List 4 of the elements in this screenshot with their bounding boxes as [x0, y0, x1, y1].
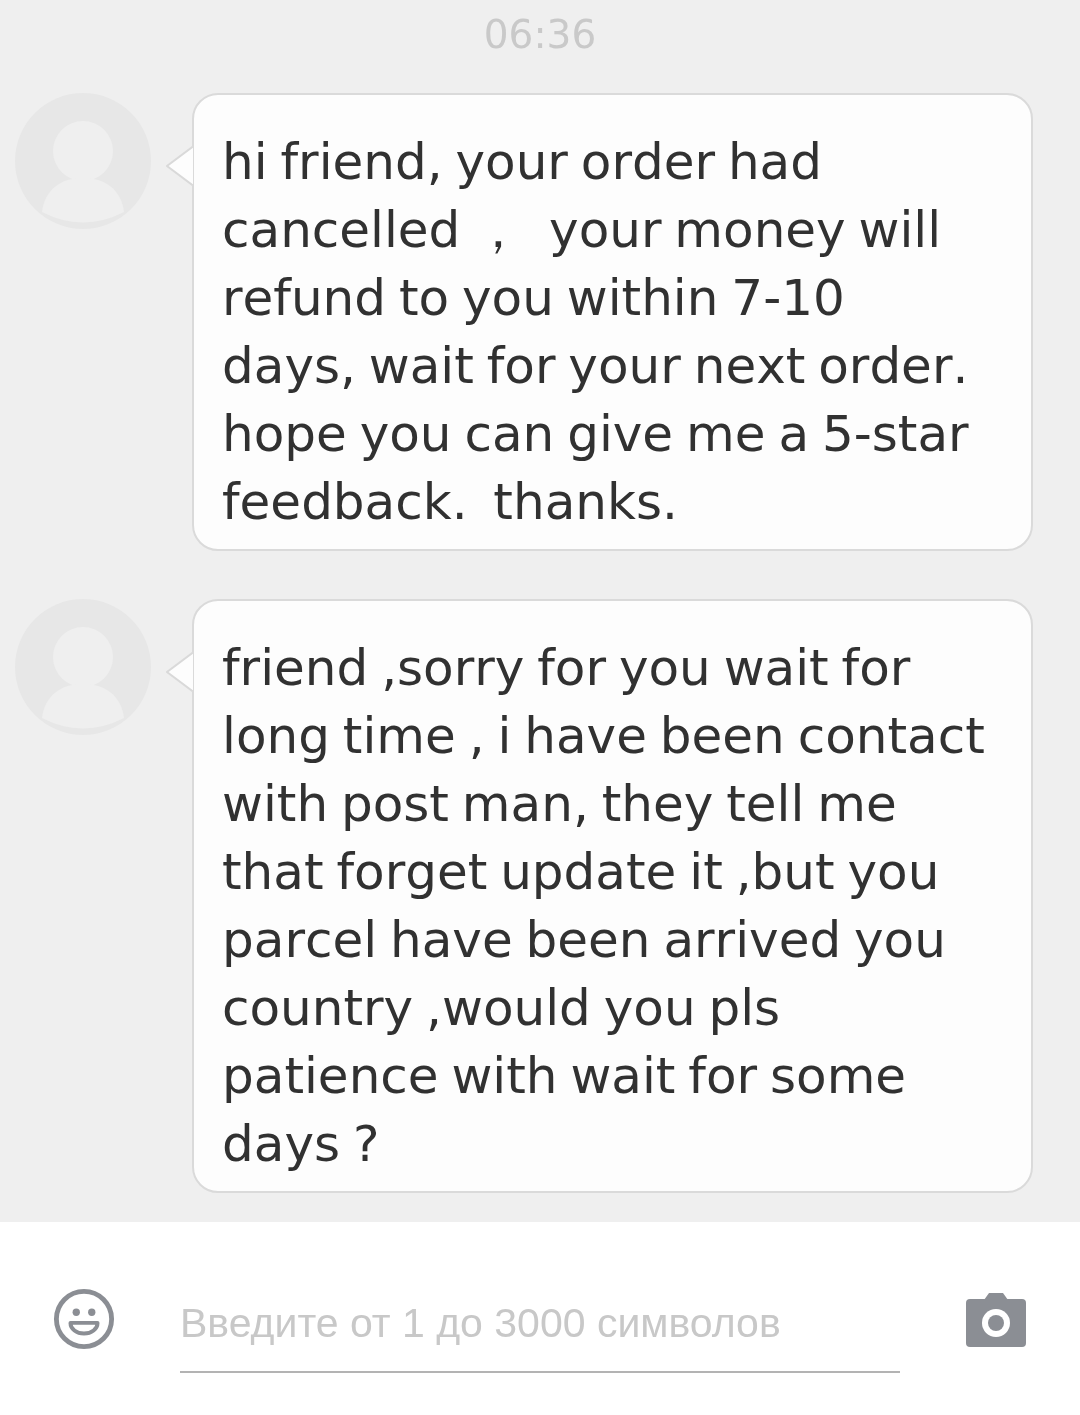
message-text: hi friend, your order had cancelled ， your money will refund to you within 7-10 days, wait for your next order. hope you can give me a 5-star feedback. thanks. — [222, 132, 970, 533]
emoji-icon[interactable] — [53, 1287, 115, 1350]
camera-icon[interactable] — [966, 1290, 1026, 1347]
message-text: friend ,sorry for you wait for long time , i have been contact with post man, they tell me that forget update it ,but you parcel have been arrived you country ,would you pls patience with wait for some days ? — [222, 638, 986, 1175]
